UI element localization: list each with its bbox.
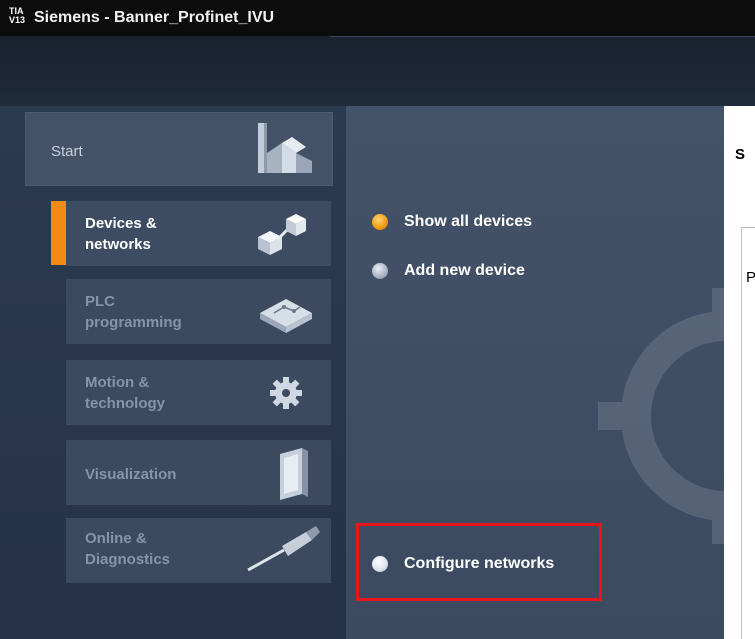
devices-networks-icon [258,214,306,255]
start-portal-icon [258,123,312,173]
nav-item-visualization[interactable]: Visualization [66,440,331,505]
content-panel: S P [724,106,755,639]
hmi-panel-icon [280,448,308,500]
start-portal-button[interactable]: Start [25,112,333,186]
window-title: Siemens - Banner_Profinet_IVU [34,9,275,26]
nav-item-label: PLC programming [85,293,182,331]
nav-item-devices-networks[interactable]: Devices & networks [66,201,331,266]
plc-programming-icon [260,299,312,333]
configure-networks-link[interactable]: Configure networks [372,552,554,576]
tia-logo-icon: TIA V13 [9,6,26,25]
add-new-device-label: Add new device [404,262,525,279]
bullet-icon [372,556,388,572]
nav-item-label: Online & Diagnostics [85,530,171,568]
active-nav-indicator [51,201,66,265]
nav-item-plc-programming[interactable]: PLC programming [66,279,331,344]
content-list-item[interactable]: P [746,269,755,286]
header-band [0,36,755,106]
nav-item-online-diagnostics[interactable]: Online & Diagnostics [66,518,331,583]
gear-icon [270,377,302,409]
selected-bullet-icon [372,214,388,230]
bullet-icon [372,263,388,279]
divider [741,227,742,639]
show-all-devices-label: Show all devices [404,213,533,230]
nav-item-label: Visualization [85,466,177,483]
nav-item-label: Devices & networks [85,215,157,253]
configure-networks-label: Configure networks [404,555,555,572]
show-all-devices-link[interactable]: Show all devices [372,210,532,234]
add-new-device-link[interactable]: Add new device [372,259,525,283]
start-label: Start [51,143,83,160]
content-heading: S [735,146,746,163]
title-bar: TIA V13 Siemens - Banner_Profinet_IVU [0,0,755,36]
probe-icon [247,526,320,572]
nav-item-motion-technology[interactable]: Motion & technology [66,360,331,425]
nav-item-label: Motion & technology [85,374,166,412]
divider [741,227,755,228]
